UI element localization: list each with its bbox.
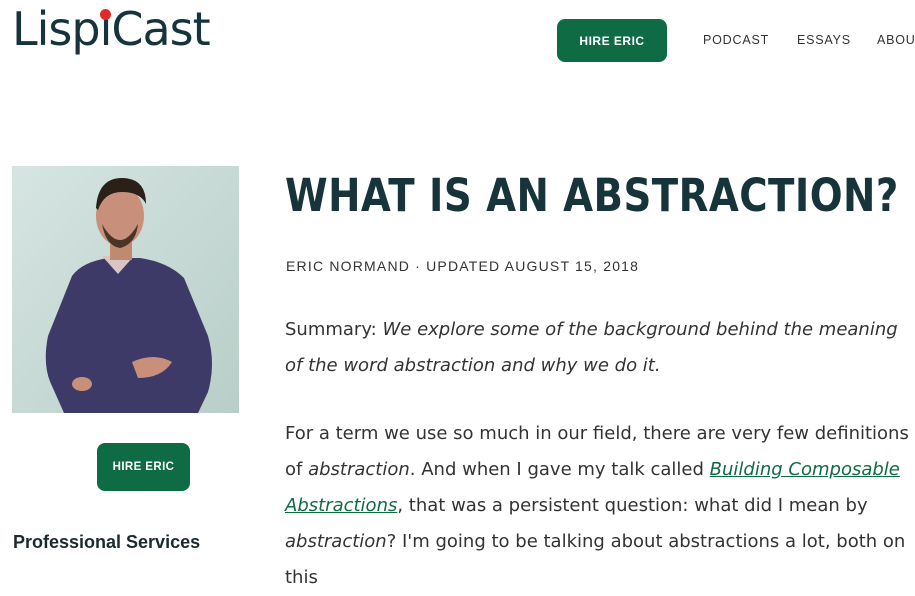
article-paragraph: For a term we use so much in our field, … (285, 416, 911, 596)
article-summary: Summary: We explore some of the backgrou… (285, 312, 911, 384)
site-logo[interactable]: Lispı Cast (12, 2, 211, 56)
logo-i: ı (99, 2, 113, 56)
summary-label: Summary: (285, 319, 383, 340)
nav-podcast[interactable]: PODCAST (703, 33, 769, 47)
emphasis-abstraction: abstraction (308, 459, 410, 480)
emphasis-abstraction: abstraction (285, 531, 387, 552)
professional-services-heading: Professional Services (13, 532, 201, 552)
hire-eric-sidebar-button[interactable]: HIRE ERIC (97, 443, 190, 491)
paragraph-text: . And when I gave my talk called (409, 459, 710, 480)
paragraph-text: , that was a persistent question: what d… (397, 495, 868, 516)
hire-eric-header-button[interactable]: HIRE ERIC (557, 19, 667, 62)
nav-essays[interactable]: ESSAYS (797, 33, 851, 47)
article-title: WHAT IS AN ABSTRACTION? (285, 169, 899, 222)
nav-about[interactable]: ABOUT (877, 33, 915, 47)
logo-text-cast: Cast (111, 2, 210, 56)
author-photo (12, 166, 239, 413)
logo-text-lisp: Lisp (12, 2, 101, 56)
author-photo-illustration (12, 166, 239, 413)
article-byline: ERIC NORMAND · UPDATED AUGUST 15, 2018 (286, 258, 640, 274)
